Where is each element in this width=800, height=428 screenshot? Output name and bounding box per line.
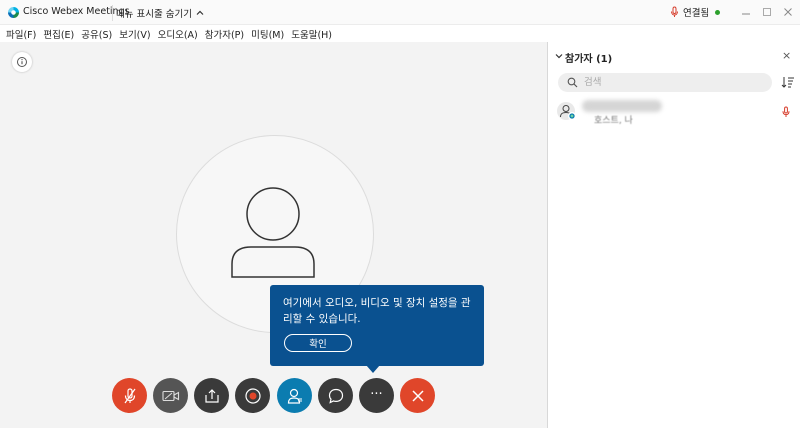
menu-share[interactable]: 공유(S) xyxy=(81,27,112,41)
search-input[interactable] xyxy=(584,75,764,90)
info-icon xyxy=(17,57,27,67)
video-stage: 여기에서 오디오, 비디오 및 장치 설정을 관리할 수 있습니다. 확인 ··… xyxy=(0,42,547,428)
hide-menu-bar-button[interactable]: 메뉴 표시줄 숨기기 xyxy=(112,5,207,21)
muted-microphone-icon[interactable] xyxy=(782,106,790,118)
video-camera-off-icon xyxy=(161,390,179,401)
presenter-badge-icon xyxy=(568,112,576,120)
connection-status-label: 연결됨 xyxy=(683,8,710,19)
participant-name xyxy=(582,100,662,112)
search-icon xyxy=(567,77,578,88)
connection-mic-icon xyxy=(671,6,678,17)
record-button[interactable] xyxy=(235,378,270,413)
menu-audio[interactable]: 오디오(A) xyxy=(158,27,198,41)
maximize-icon xyxy=(763,8,771,16)
record-icon xyxy=(244,387,261,404)
webex-logo-icon xyxy=(8,7,19,18)
audio-settings-tooltip: 여기에서 오디오, 비디오 및 장치 설정을 관리할 수 있습니다. 확인 xyxy=(270,285,484,373)
share-icon xyxy=(204,388,219,403)
hide-menu-bar-label: 메뉴 표시줄 숨기기 xyxy=(116,9,192,20)
menu-edit[interactable]: 편집(E) xyxy=(43,27,74,41)
menu-view[interactable]: 보기(V) xyxy=(119,27,150,41)
title-bar: Cisco Webex Meetings 메뉴 표시줄 숨기기 연결됨 xyxy=(0,0,800,25)
close-icon xyxy=(784,8,792,16)
participants-icon xyxy=(287,388,302,404)
participant-row[interactable]: 호스트, 나 xyxy=(548,96,800,126)
chevron-up-icon xyxy=(196,10,204,15)
maximize-button[interactable] xyxy=(757,4,777,20)
minimize-icon xyxy=(742,13,750,15)
close-icon xyxy=(411,389,424,402)
participants-panel-title: 참가자 (1) xyxy=(565,54,613,65)
chat-button[interactable] xyxy=(318,378,353,413)
video-button[interactable] xyxy=(153,378,188,413)
connection-status-dot xyxy=(715,9,721,15)
connection-status: 연결됨 xyxy=(670,5,721,19)
tooltip-arrow xyxy=(366,365,380,373)
more-options-icon: ··· xyxy=(370,386,383,402)
tooltip-confirm-button[interactable]: 확인 xyxy=(284,334,352,352)
person-icon xyxy=(231,187,315,278)
close-window-button[interactable] xyxy=(778,4,798,20)
sort-icon[interactable] xyxy=(781,75,795,89)
chevron-down-icon[interactable] xyxy=(554,51,564,61)
menu-file[interactable]: 파일(F) xyxy=(6,27,36,41)
participant-search[interactable] xyxy=(558,73,772,92)
menu-bar: 파일(F) 편집(E) 공유(S) 보기(V) 오디오(A) 참가자(P) 미팅… xyxy=(0,25,800,42)
more-options-button[interactable]: ··· xyxy=(359,378,394,413)
menu-participant[interactable]: 참가자(P) xyxy=(205,27,244,41)
meeting-info-button[interactable] xyxy=(12,52,32,72)
participants-panel-header: 참가자 (1) × xyxy=(548,42,800,70)
end-meeting-button[interactable] xyxy=(400,378,435,413)
panel-close-button[interactable]: × xyxy=(782,49,791,62)
menu-help[interactable]: 도움말(H) xyxy=(291,27,332,41)
microphone-muted-icon xyxy=(124,387,135,403)
minimize-button[interactable] xyxy=(736,4,756,20)
participants-panel: 참가자 (1) × 호스트, 나 xyxy=(547,42,800,428)
participants-button[interactable] xyxy=(277,378,312,413)
participant-role: 호스트, 나 xyxy=(594,116,633,126)
chat-icon xyxy=(328,388,343,404)
menu-meeting[interactable]: 미팅(M) xyxy=(251,27,284,41)
share-button[interactable] xyxy=(194,378,229,413)
mute-button[interactable] xyxy=(112,378,147,413)
tooltip-message: 여기에서 오디오, 비디오 및 장치 설정을 관리할 수 있습니다. xyxy=(283,297,471,325)
